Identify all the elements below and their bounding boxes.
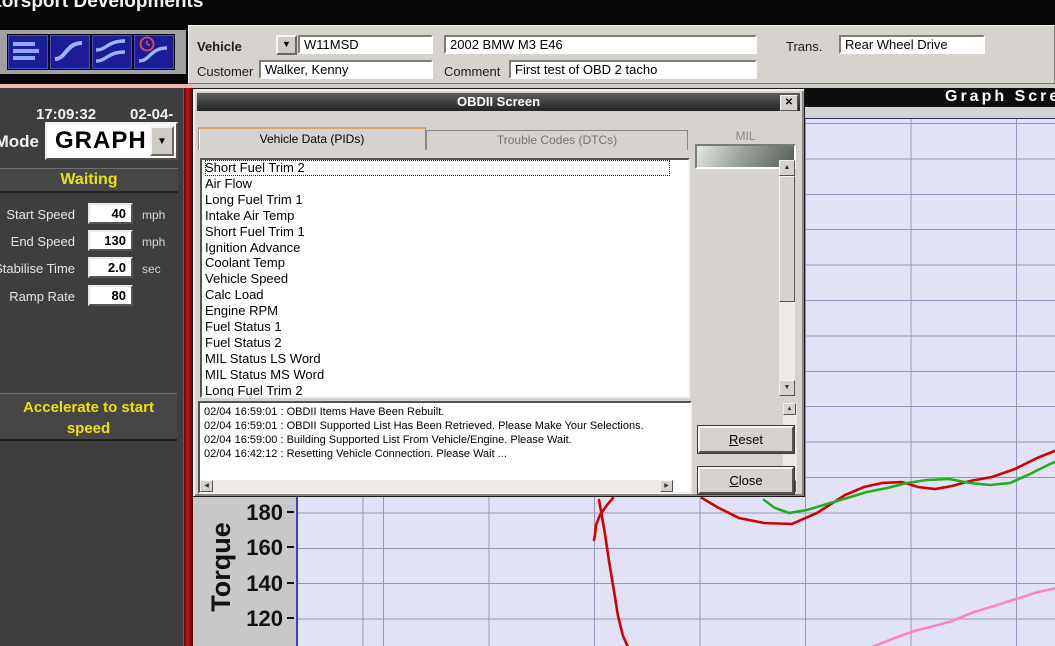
pid-listbox[interactable]: Short Fuel Trim 2Air FlowLong Fuel Trim … — [200, 158, 690, 398]
close-icon[interactable]: ✕ — [780, 95, 798, 111]
comment-label: Comment — [444, 64, 500, 79]
graph-title: Graph Screen — [945, 88, 1055, 106]
mode-label: Mode — [0, 132, 39, 152]
curve-icon[interactable] — [49, 34, 91, 70]
mode-value: GRAPH — [55, 127, 147, 155]
start-speed-input[interactable]: 40 — [88, 203, 133, 224]
mil-label: MIL — [695, 129, 796, 143]
dialog-title: OBDII Screen — [197, 94, 800, 109]
curve-pink-power — [872, 588, 1055, 646]
end-speed-input[interactable]: 130 — [88, 230, 133, 251]
pid-list-item[interactable]: Engine RPM — [205, 303, 670, 319]
scroll-up-icon[interactable]: ▲ — [779, 160, 795, 176]
ytick-dash — [287, 617, 294, 619]
end-speed-unit: mph — [142, 235, 165, 249]
log-line: 02/04 16:59:01 : OBDII Items Have Been R… — [204, 405, 672, 419]
stabilise-time-label: Stabilise Time — [0, 261, 75, 276]
vehicle-id-input[interactable]: W11MSD — [298, 35, 433, 54]
pid-list-item[interactable]: Coolant Temp — [205, 255, 670, 271]
pid-list-item[interactable]: Long Fuel Trim 1 — [205, 192, 670, 208]
instruction-message: Accelerate to start speed — [0, 393, 177, 441]
log-line: 02/04 16:42:12 : Resetting Vehicle Conne… — [204, 447, 672, 461]
pid-list-item[interactable]: Air Flow — [205, 176, 670, 192]
app-window: Motorsport Developments — [0, 0, 1055, 646]
lines-icon[interactable] — [7, 34, 49, 70]
pid-list-item[interactable]: Fuel Status 1 — [205, 319, 670, 335]
curve-red-abort — [599, 500, 628, 646]
pid-list-item[interactable]: Ignition Advance — [205, 240, 670, 256]
ytick-dash — [287, 582, 294, 584]
left-control-panel: 17:09:32 02-04-13 Mode GRAPH ▼ Waiting S… — [0, 84, 193, 646]
customer-input[interactable]: Walker, Kenny — [259, 60, 433, 79]
start-speed-label: Start Speed — [6, 207, 75, 222]
dialog-titlebar[interactable]: OBDII Screen ✕ — [197, 93, 800, 111]
stabilise-time-input[interactable]: 2.0 — [88, 257, 133, 278]
pid-list-item[interactable]: Intake Air Temp — [205, 208, 670, 224]
pid-list-item[interactable]: Calc Load — [205, 287, 670, 303]
log-line: 02/04 16:59:01 : OBDII Supported List Ha… — [204, 419, 672, 433]
customer-label: Customer — [197, 64, 253, 79]
trans-label: Trans. — [786, 39, 822, 54]
ramp-rate-input[interactable]: 80 — [88, 285, 133, 306]
dual-curve-icon[interactable] — [91, 34, 133, 70]
ytick-dash — [287, 511, 294, 513]
pid-list-item[interactable]: MIL Status MS Word — [205, 367, 670, 383]
scrollbar-thumb[interactable] — [779, 176, 795, 302]
start-speed-unit: mph — [142, 208, 165, 222]
tab-trouble-codes-dtcs[interactable]: Trouble Codes (DTCs) — [426, 130, 688, 150]
ramp-rate-label: Ramp Rate — [9, 289, 75, 304]
obdii-dialog: OBDII Screen ✕ Vehicle Data (PIDs) Troub… — [192, 88, 805, 497]
pid-list-item[interactable]: Fuel Status 2 — [205, 335, 670, 351]
end-speed-label: End Speed — [11, 234, 75, 249]
pid-list-item[interactable]: Short Fuel Trim 2 — [205, 160, 670, 176]
scroll-right-icon[interactable]: ▶ — [660, 480, 673, 492]
ytick-dash — [287, 546, 294, 548]
log-line: 02/04 16:59:00 : Building Supported List… — [204, 433, 672, 447]
toolbar — [0, 30, 186, 74]
pid-list-item[interactable]: MIL Status LS Word — [205, 351, 670, 367]
trans-input[interactable]: Rear Wheel Drive — [839, 35, 985, 54]
clock-time: 17:09:32 — [36, 106, 96, 123]
vehicle-info-bar: Vehicle ▼ W11MSD 2002 BMW M3 E46 Trans. … — [188, 25, 1055, 84]
comment-input[interactable]: First test of OBD 2 tacho — [509, 60, 757, 79]
chevron-down-icon[interactable]: ▼ — [150, 126, 174, 156]
scroll-down-icon[interactable]: ▼ — [779, 380, 795, 396]
vehicle-dropdown-button[interactable]: ▼ — [276, 35, 297, 55]
app-title: Motorsport Developments — [0, 0, 203, 13]
pid-scrollbar[interactable]: ▲ ▼ — [779, 160, 795, 396]
vehicle-label: Vehicle — [197, 39, 242, 54]
vehicle-desc-input[interactable]: 2002 BMW M3 E46 — [444, 35, 757, 54]
clock-curve-icon[interactable] — [133, 34, 175, 70]
mode-select[interactable]: GRAPH ▼ — [45, 122, 178, 160]
pid-list-item[interactable]: Short Fuel Trim 1 — [205, 224, 670, 240]
curve-green-torque — [764, 461, 1055, 513]
pid-list-item[interactable]: Vehicle Speed — [205, 271, 670, 287]
pid-list-item[interactable]: Long Fuel Trim 2 — [205, 383, 670, 398]
status-badge: Waiting — [0, 168, 178, 193]
stabilise-time-unit: sec — [142, 262, 161, 276]
tab-vehicle-data-pids[interactable]: Vehicle Data (PIDs) — [198, 127, 426, 150]
scroll-left-icon[interactable]: ◀ — [200, 480, 213, 492]
scroll-up-icon[interactable]: ▲ — [783, 403, 796, 415]
close-button[interactable]: Close — [698, 467, 794, 494]
log-horizontal-scrollbar[interactable]: ◀ ▶ — [200, 480, 673, 492]
reset-button[interactable]: Reset — [698, 426, 794, 453]
